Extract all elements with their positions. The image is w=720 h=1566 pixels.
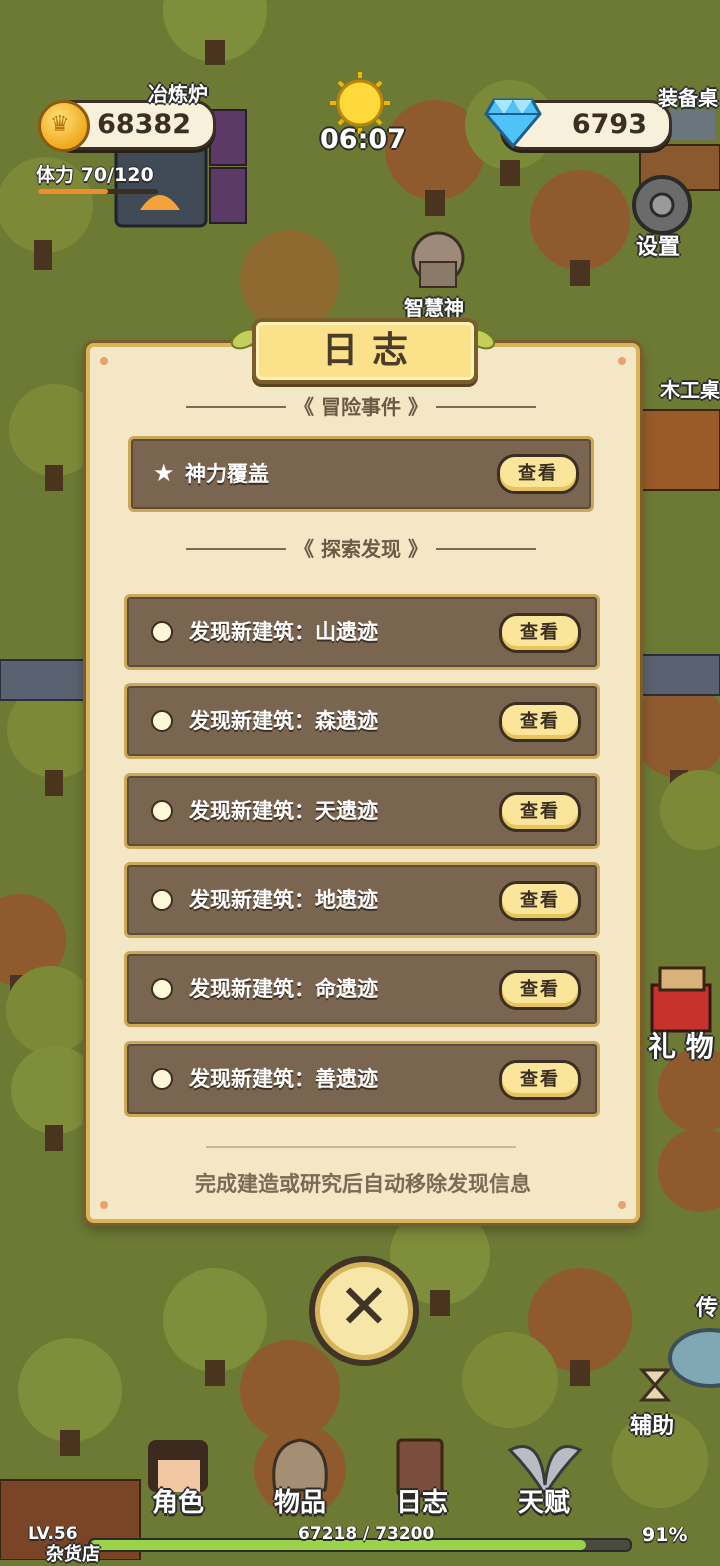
gold-value: 68382 xyxy=(97,109,191,140)
nav-character[interactable]: 角色 xyxy=(128,1482,228,1519)
xp-percent: 91% xyxy=(642,1524,688,1546)
adventure-event-label: 神力覆盖 xyxy=(185,462,269,486)
game-clock: 06:07 xyxy=(320,124,406,155)
nav-talent[interactable]: 天赋 xyxy=(494,1482,594,1519)
discovery-label: 发现新建筑：命遗迹 xyxy=(189,977,378,1001)
map-label-assist[interactable]: 辅助 xyxy=(630,1408,674,1440)
adventure-event-row[interactable]: ★ 神力覆盖 查看 xyxy=(128,436,594,512)
lightbulb-icon xyxy=(151,800,173,822)
map-label-shop[interactable]: 杂货店 xyxy=(46,1540,100,1566)
discovery-label: 发现新建筑：地遗迹 xyxy=(189,888,378,912)
discovery-label: 发现新建筑：天遗迹 xyxy=(189,799,378,823)
map-label-smelter[interactable]: 冶炼炉 xyxy=(148,78,208,107)
view-button[interactable]: 查看 xyxy=(499,613,581,653)
discovery-row[interactable]: 发现新建筑：天遗迹 查看 xyxy=(124,773,600,849)
view-button[interactable]: 查看 xyxy=(499,970,581,1010)
lightbulb-icon xyxy=(151,710,173,732)
nav-journal[interactable]: 日志 xyxy=(372,1482,472,1519)
map-label-teleport[interactable]: 传 xyxy=(696,1290,718,1322)
close-icon: ✕ xyxy=(338,1270,390,1343)
stamina-readout: 体力 70/120 xyxy=(36,160,154,187)
corner-dot xyxy=(618,357,626,365)
lightbulb-icon xyxy=(151,889,173,911)
stamina-bar-fill xyxy=(38,189,108,194)
map-label-equipment[interactable]: 装备桌 xyxy=(658,82,718,111)
gift-box-icon[interactable] xyxy=(650,966,712,1033)
discovery-row[interactable]: 发现新建筑：森遗迹 查看 xyxy=(124,683,600,759)
woodwork-table xyxy=(635,409,720,491)
lightbulb-icon xyxy=(151,978,173,1000)
corner-dot xyxy=(100,1201,108,1209)
view-button[interactable]: 查看 xyxy=(499,702,581,742)
stamina-bar xyxy=(38,189,158,194)
view-button[interactable]: 查看 xyxy=(497,454,579,494)
divider xyxy=(436,406,536,408)
wisdom-god-character xyxy=(411,231,465,288)
view-button[interactable]: 查看 xyxy=(499,1060,581,1100)
discovery-row[interactable]: 发现新建筑：命遗迹 查看 xyxy=(124,951,600,1027)
map-label-gift[interactable]: 礼 物 xyxy=(648,1025,714,1065)
footer-divider xyxy=(206,1146,516,1148)
map-label-wisdom-god[interactable]: 智慧神 xyxy=(404,292,464,321)
dialog-title-plate: 日志 xyxy=(252,318,478,384)
map-label-woodwork[interactable]: 木工桌 xyxy=(660,374,720,403)
discovery-label: 发现新建筑：森遗迹 xyxy=(189,709,378,733)
nav-label: 角色 xyxy=(151,1488,204,1518)
corner-dot xyxy=(100,357,108,365)
explore-section-title: 《 探索发现 》 xyxy=(294,537,428,561)
corner-dot xyxy=(618,1201,626,1209)
star-icon: ★ xyxy=(153,459,175,487)
divider xyxy=(186,406,286,408)
lightbulb-icon xyxy=(151,621,173,643)
adventure-section-header: 《 冒险事件 》 xyxy=(176,392,546,422)
nav-label: 天赋 xyxy=(517,1488,570,1518)
nav-label: 日志 xyxy=(395,1488,448,1518)
discovery-row[interactable]: 发现新建筑：地遗迹 查看 xyxy=(124,862,600,938)
gold-coin-icon: ♛ xyxy=(38,100,90,152)
view-button[interactable]: 查看 xyxy=(499,881,581,921)
divider xyxy=(186,548,286,550)
gear-icon[interactable] xyxy=(632,175,692,235)
stamina-value: 70/120 xyxy=(80,164,154,186)
divider xyxy=(436,548,536,550)
lightbulb-icon xyxy=(151,1068,173,1090)
gem-value: 6793 xyxy=(571,109,647,140)
discovery-row[interactable]: 发现新建筑：山遗迹 查看 xyxy=(124,594,600,670)
view-button[interactable]: 查看 xyxy=(499,792,581,832)
xp-readout: 67218 / 73200 xyxy=(298,1524,435,1544)
dialog-title: 日志 xyxy=(321,330,422,371)
discovery-label: 发现新建筑：善遗迹 xyxy=(189,1067,378,1091)
close-button[interactable]: ✕ xyxy=(309,1256,419,1366)
nav-items[interactable]: 物品 xyxy=(250,1482,350,1519)
adventure-section-title: 《 冒险事件 》 xyxy=(294,395,428,419)
stamina-label: 体力 xyxy=(36,164,75,186)
discovery-label: 发现新建筑：山遗迹 xyxy=(189,620,378,644)
discovery-row[interactable]: 发现新建筑：善遗迹 查看 xyxy=(124,1041,600,1117)
nav-label: 物品 xyxy=(273,1488,326,1518)
diamond-icon xyxy=(484,98,542,148)
footer-note: 完成建造或研究后自动移除发现信息 xyxy=(195,1172,531,1196)
map-label-settings[interactable]: 设置 xyxy=(636,229,680,261)
explore-section-header: 《 探索发现 》 xyxy=(176,534,546,564)
